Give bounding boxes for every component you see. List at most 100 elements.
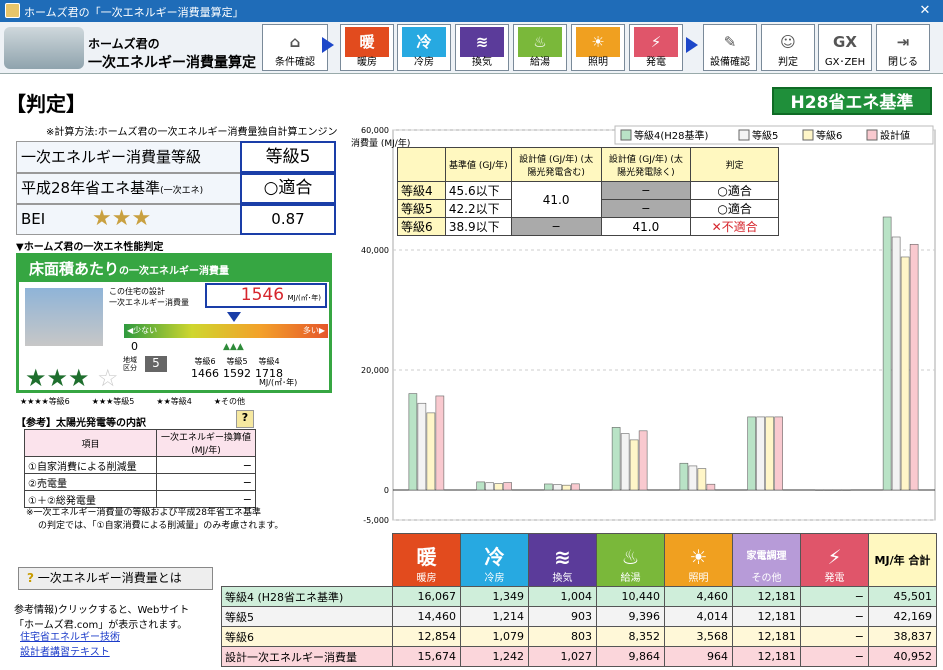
breakdown-row: 等級4 (H28省エネ基準) 16,067 1,349 1,004 10,440 4,46… [221, 586, 937, 607]
bar-照明-等級6 [697, 468, 707, 491]
star-legend: ★★★★等級6 ★★★等級5 ★★等級4 ★その他 [20, 396, 340, 407]
total-header: MJ/年 合計 [868, 533, 937, 587]
y-tick-label: -5,000 [363, 516, 389, 525]
close-icon[interactable]: ✕ [907, 0, 943, 22]
h28-label: 平成28年省エネ基準(一次エネ) [16, 173, 241, 204]
bar-その他-等級4(H28基準) [747, 416, 756, 491]
performance-star-empty: ☆ [97, 364, 119, 392]
judge-header: 設計値 (GJ/年) (太陽光発電含む) [510, 147, 602, 182]
bar-発電-等級4(H28基準) [815, 489, 824, 491]
energy-help-button[interactable]: ? 一次エネルギー消費量とは [18, 567, 213, 590]
reference-link[interactable]: 住宅省エネルギー技術 設計者講習テキスト [20, 628, 120, 658]
toolbar-label-8: 判定 [778, 57, 798, 68]
toolbar-button-8[interactable]: ☺ 判定 [761, 24, 815, 71]
design-label: この住宅の設計 一次エネルギー消費量 [109, 287, 189, 307]
flow-arrow-icon [686, 37, 698, 53]
toolbar-label-10: 閉じる [888, 57, 918, 68]
bar-合計-等級6 [900, 256, 910, 491]
category-icon: ≋ [554, 545, 571, 569]
toolbar-label-4: 給湯 [530, 57, 550, 68]
toolbar-button-1[interactable]: 暖暖房 [340, 24, 394, 71]
toolbar-button-10[interactable]: ⇥ 閉じる [876, 24, 930, 71]
logo-line2: 一次エネルギー消費量算定 [88, 55, 256, 71]
y-tick-label: 60,000 [361, 126, 389, 135]
judge-table: 基準値 (GJ/年) 設計値 (GJ/年) (太陽光発電含む) 設計値 (GJ/年)… [397, 147, 779, 236]
category-header-5: 家電調理 その他 [732, 533, 801, 587]
toolbar-button-0[interactable]: ⌂ 条件確認 [262, 24, 328, 71]
grade-value: 等級5 [240, 141, 336, 173]
toolbar-button-3[interactable]: ≋ 換気 [455, 24, 509, 71]
toolbar-label-9: GX･ZEH [824, 57, 866, 68]
help-info: 参考情報)クリックすると、Webサイト 「ホームズ君.com」が表示されます。 [14, 605, 190, 631]
logo-line1: ホームズ君の [88, 37, 160, 51]
house-illustration [25, 288, 103, 346]
bar-暖房-設計値 [435, 395, 445, 491]
bar-合計-等級5 [891, 236, 901, 491]
bar-冷房-等級5 [485, 482, 494, 491]
category-icon: 暖 [416, 545, 437, 569]
category-header-4: ☀ 照明 [664, 533, 733, 587]
category-header-2: ≋ 換気 [528, 533, 597, 587]
standard-badge: H28省エネ基準 [772, 87, 932, 115]
page-title: 【判定】 [6, 92, 86, 116]
bar-給湯-等級4(H28基準) [611, 427, 621, 491]
category-icon: ☀ [689, 545, 708, 569]
breakdown-row: 等級5 14,460 1,214 903 9,396 4,014 12,181−42,169 [221, 606, 937, 627]
bar-発電-設計値 [842, 489, 851, 491]
category-header-3: ♨ 給湯 [596, 533, 665, 587]
solar-row: ②売電量 − [24, 473, 256, 491]
window-title: ホームズ君の「一次エネルギー消費量算定」 [24, 6, 244, 19]
bar-照明-等級5 [688, 465, 698, 491]
bar-合計-設計値 [909, 243, 919, 491]
toolbar-label-2: 冷房 [414, 57, 434, 68]
judge-header: 基準値 (GJ/年) [444, 147, 512, 182]
grade-label: 一次エネルギー消費量等級 [16, 141, 241, 173]
toolbar-button-6[interactable]: ⚡ 発電 [629, 24, 683, 71]
toolbar-button-4[interactable]: ♨ 給湯 [513, 24, 567, 71]
category-icon: ♨ [621, 545, 640, 569]
help-icon[interactable]: ? [236, 410, 254, 428]
judge-row: 等級4 45.6以下 41.0− ○適合 [397, 181, 779, 218]
grade-unit: MJ/(㎡･年) [259, 378, 298, 387]
bar-冷房-等級4(H28基準) [476, 481, 485, 491]
performance-heading: ▼ホームズ君の一次エネ性能判定 [16, 242, 164, 253]
bar-照明-設計値 [706, 483, 716, 491]
legend-label: 等級5 [752, 129, 778, 142]
legend-label: 等級6 [816, 129, 842, 142]
bar-換気-等級4(H28基準) [544, 483, 553, 491]
toolbar-label-0: 条件確認 [275, 57, 315, 68]
star-legend-item: ★その他 [213, 397, 245, 406]
legend-swatch [802, 129, 814, 141]
bar-発電-等級5 [824, 489, 833, 491]
bar-発電-等級6 [833, 489, 842, 491]
design-marker-icon [227, 312, 241, 322]
energy-scale-bar: ◀少ない 多い▶ [124, 324, 328, 338]
category-header-6: ⚡ 発電 [800, 533, 869, 587]
star-legend-item: ★★★等級5 [91, 397, 135, 406]
category-icon: ⚡ [827, 545, 842, 569]
flow-arrow-icon [322, 37, 334, 53]
performance-panel: 床面積あたりの一次エネルギー消費量 この住宅の設計 一次エネルギー消費量 1546… [16, 253, 332, 393]
toolbar-button-7[interactable]: ✎ 設備確認 [703, 24, 757, 71]
bar-給湯-等級6 [629, 439, 639, 491]
solar-table: 項目 一次エネルギー換算値 (MJ/年) ①自家消費による削減量 − ②売電量 − ①＋②… [24, 429, 256, 508]
bar-給湯-設計値 [638, 430, 648, 491]
toolbar-button-2[interactable]: 冷冷房 [397, 24, 451, 71]
solar-heading: 【参考】太陽光発電等の内訳 [16, 418, 146, 429]
scale-zero: 0 [131, 340, 138, 353]
legend-label: 等級4(H28基準) [634, 129, 709, 142]
bar-換気-設計値 [571, 483, 580, 491]
toolbar-label-3: 換気 [472, 57, 492, 68]
category-icon: 家電調理 [746, 551, 787, 562]
performance-stars: ★★★ [25, 364, 90, 392]
bar-冷房-設計値 [503, 482, 512, 491]
toolbar-button-9[interactable]: GX GX･ZEH [818, 24, 872, 71]
category-header-1: 冷冷房 [460, 533, 529, 587]
region-value: 5 [145, 356, 167, 372]
judge-header: 設計値 (GJ/年) (太陽光発電除く) [600, 147, 692, 182]
judge-row: 等級6 38.9以下 −41.0 ✕不適合 [397, 217, 779, 236]
bar-その他-等級5 [756, 416, 765, 491]
toolbar-button-5[interactable]: ☀ 照明 [571, 24, 625, 71]
bar-換気-等級5 [553, 484, 562, 491]
method-note: ※計算方法:ホームズ君の一次エネルギー消費量独自計算エンジン [46, 127, 338, 138]
